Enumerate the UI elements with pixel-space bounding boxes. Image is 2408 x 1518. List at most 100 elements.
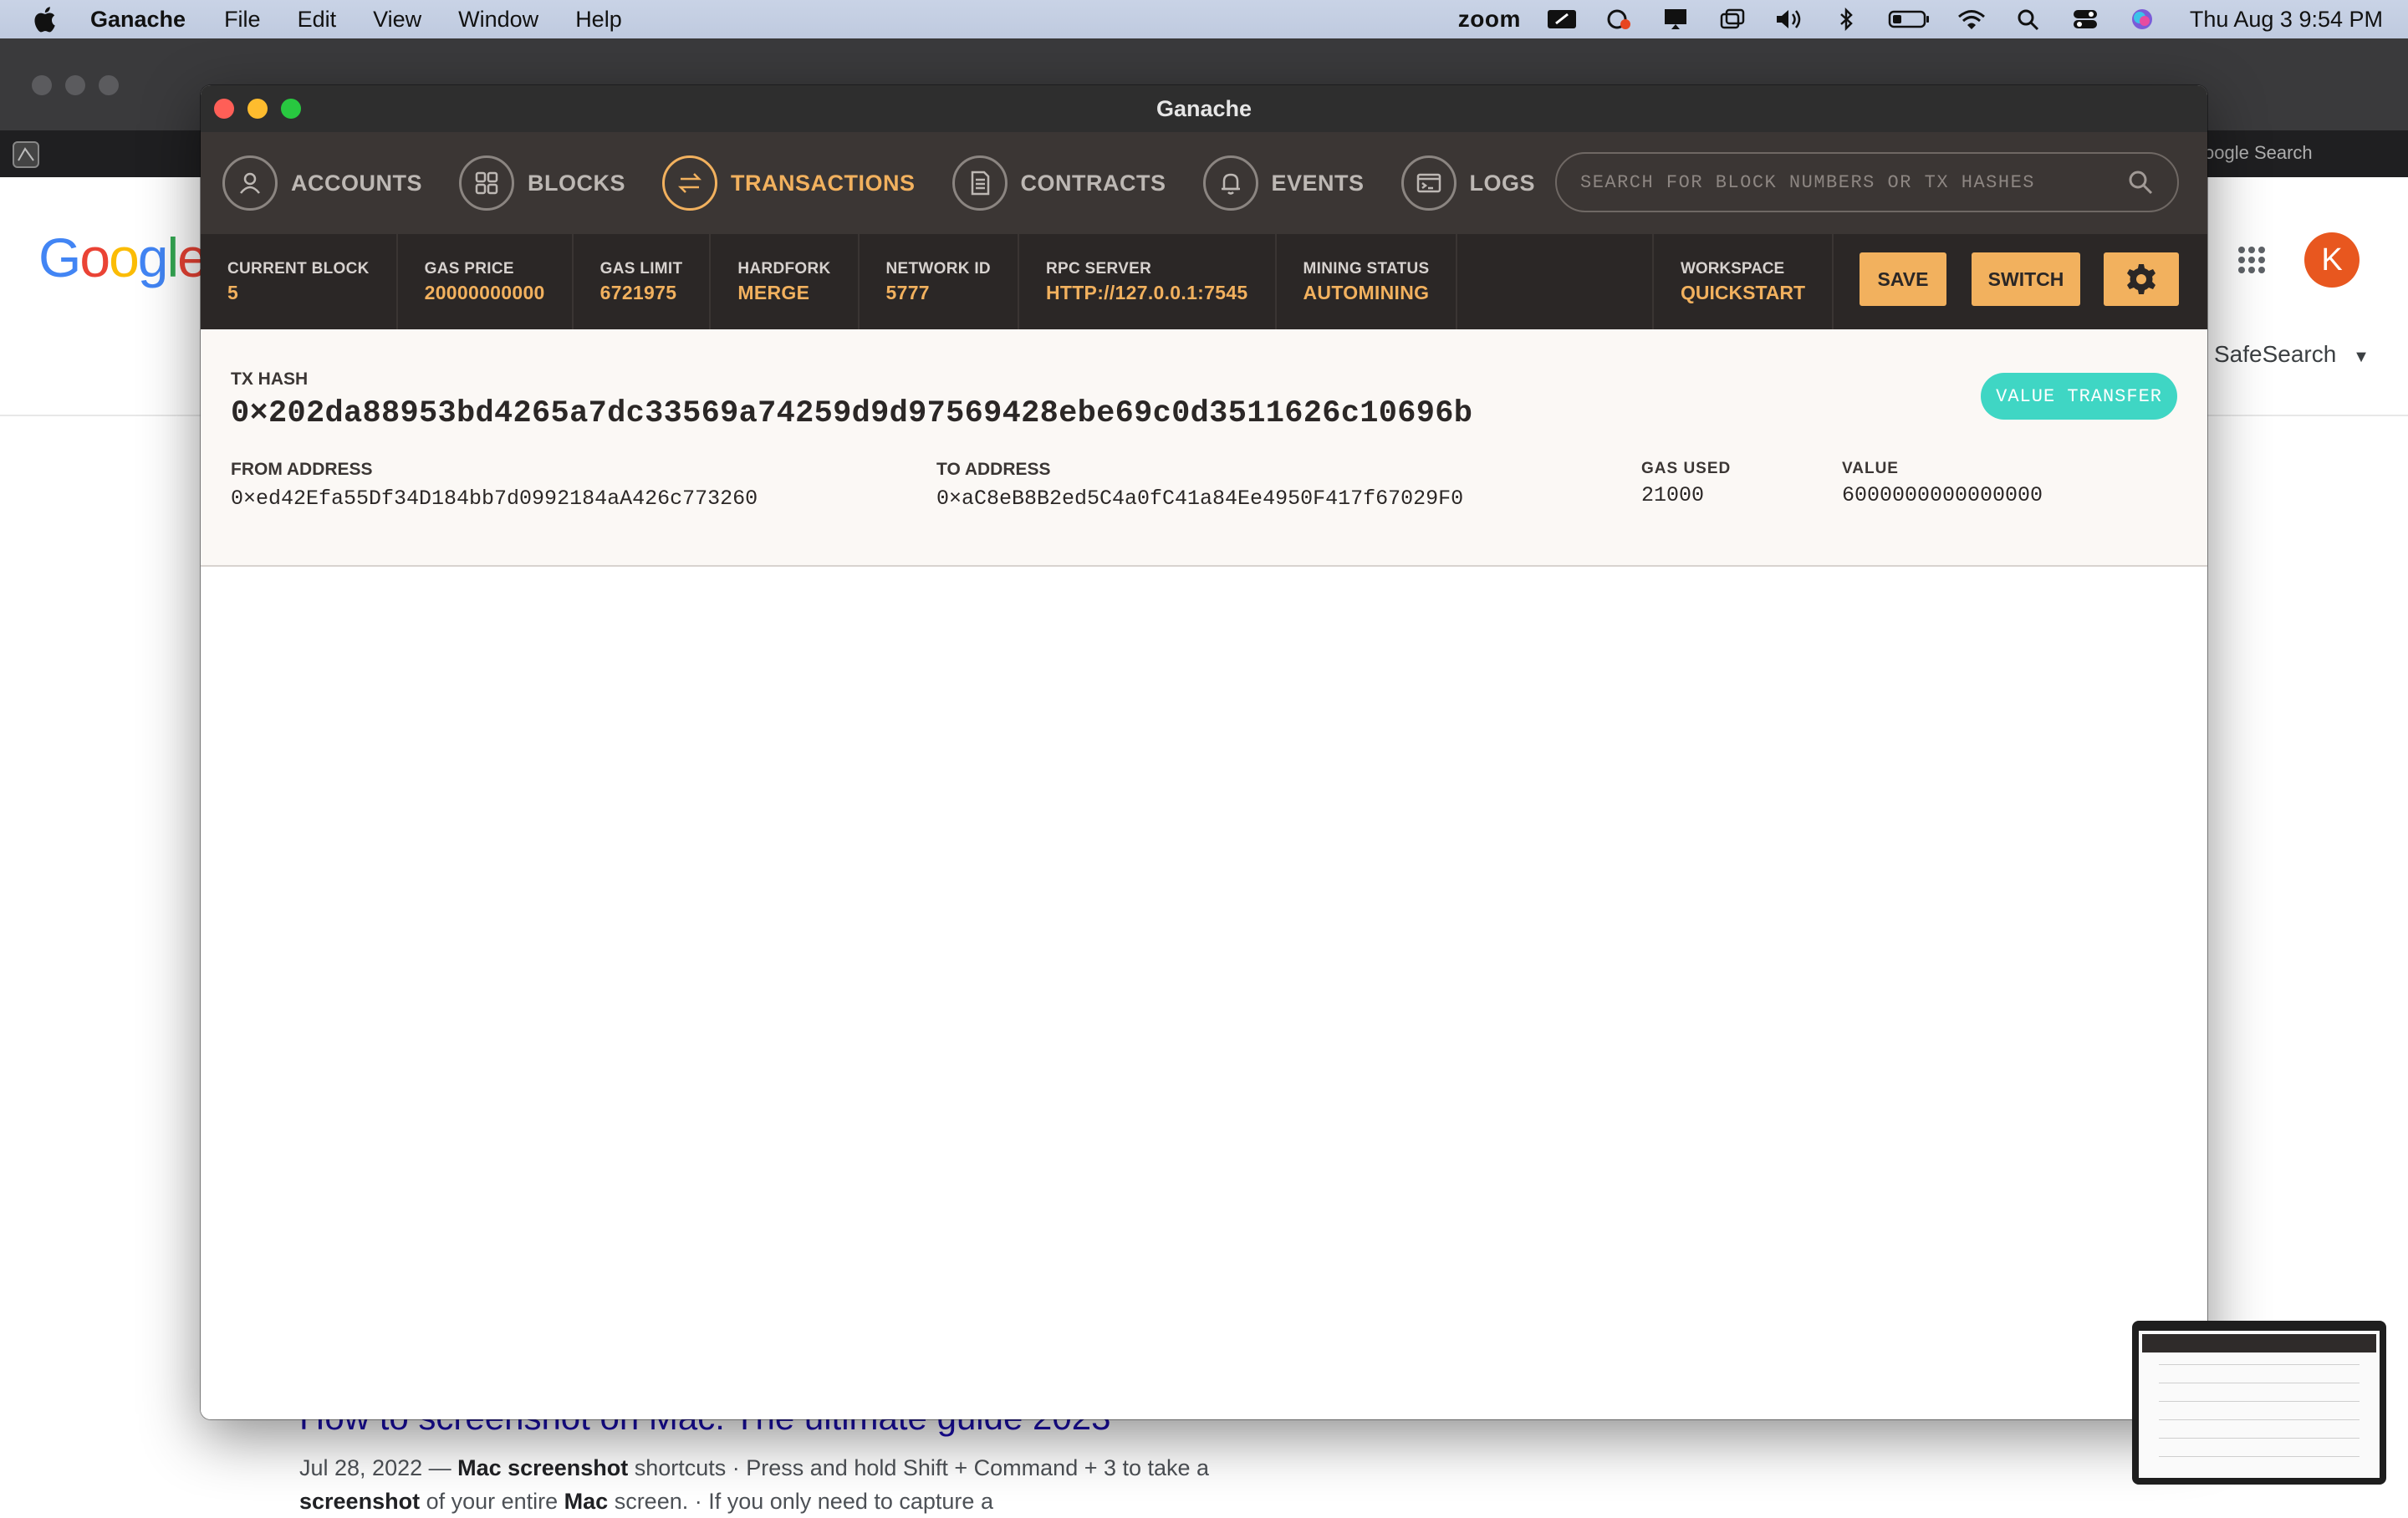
snippet-text-2: of your entire bbox=[420, 1489, 564, 1514]
to-address-value: 0×aC8eB8B2ed5C4a0fC41a84Ee4950F417f67029… bbox=[936, 486, 1464, 511]
value-label: VALUE bbox=[1842, 460, 1899, 477]
gas-used-value: 21000 bbox=[1641, 483, 1705, 507]
nav-events-label: EVENTS bbox=[1271, 170, 1365, 196]
menu-file[interactable]: File bbox=[224, 7, 261, 33]
stat-value: 5 bbox=[227, 281, 239, 303]
menu-app-name[interactable]: Ganache bbox=[90, 7, 186, 33]
screenshot-thumbnail[interactable] bbox=[2132, 1321, 2386, 1485]
avatar[interactable]: K bbox=[2304, 232, 2360, 288]
stat-gas-price: GAS PRICE 20000000000 bbox=[398, 234, 574, 329]
search-result-snippet: Jul 28, 2022 — Mac screenshot shortcuts … bbox=[299, 1451, 1303, 1518]
safesearch-label: SafeSearch bbox=[2214, 341, 2337, 367]
stat-label: GAS PRICE bbox=[424, 259, 514, 278]
nav-contracts[interactable]: CONTRACTS bbox=[951, 132, 1166, 234]
window-minimize-button[interactable] bbox=[247, 99, 268, 119]
search-input[interactable] bbox=[1579, 171, 2125, 194]
thumbnail-row bbox=[2159, 1438, 2360, 1439]
browser-minimize-button[interactable] bbox=[65, 75, 85, 95]
snippet-text-1: shortcuts · Press and hold Shift + Comma… bbox=[628, 1455, 1210, 1480]
browser-close-button[interactable] bbox=[32, 75, 52, 95]
stat-current-block: CURRENT BLOCK 5 bbox=[201, 234, 398, 329]
nav-transactions[interactable]: TRANSACTIONS bbox=[662, 132, 916, 234]
workspace-label: WORKSPACE bbox=[1681, 259, 1785, 278]
window-close-button[interactable] bbox=[214, 99, 234, 119]
window-titlebar[interactable]: Ganache bbox=[201, 85, 2207, 132]
grid-icon bbox=[459, 155, 514, 211]
google-search-tab-hint[interactable]: oogle Search bbox=[2204, 142, 2313, 164]
battery-icon[interactable] bbox=[1887, 8, 1931, 31]
stat-rpc-server: RPC SERVER HTTP://127.0.0.1:7545 bbox=[1019, 234, 1277, 329]
bluetooth-icon[interactable] bbox=[1830, 8, 1862, 31]
nav-blocks[interactable]: BLOCKS bbox=[459, 132, 625, 234]
switch-button[interactable]: SWITCH bbox=[1972, 252, 2080, 306]
zoom-status-item[interactable]: zoom bbox=[1458, 6, 1521, 33]
browser-zoom-button[interactable] bbox=[99, 75, 119, 95]
siri-icon[interactable] bbox=[2126, 8, 2158, 31]
empty-content-area bbox=[201, 567, 2207, 1419]
stat-value: 6721975 bbox=[599, 281, 677, 303]
stat-label: CURRENT BLOCK bbox=[227, 259, 370, 278]
stat-label: GAS LIMIT bbox=[599, 259, 683, 278]
ganache-window: Ganache ACCOUNTS BLOCKS TRANSACTIONS CON… bbox=[201, 85, 2207, 1419]
stat-mining-status: MINING STATUS AUTOMINING bbox=[1277, 234, 1458, 329]
snippet-date: Jul 28, 2022 — bbox=[299, 1455, 458, 1480]
save-button[interactable]: SAVE bbox=[1860, 252, 1946, 306]
creative-cloud-icon[interactable] bbox=[1603, 8, 1635, 31]
workspace-value: QUICKSTART bbox=[1681, 281, 1806, 303]
nav-events[interactable]: EVENTS bbox=[1202, 132, 1365, 234]
snippet-bold-3: Mac bbox=[564, 1489, 609, 1514]
volume-icon[interactable] bbox=[1773, 8, 1805, 31]
menu-edit[interactable]: Edit bbox=[298, 7, 337, 33]
stat-value: MERGE bbox=[737, 281, 810, 303]
chevron-down-icon: ▼ bbox=[2353, 348, 2370, 366]
from-address-value: 0×ed42Efa55Df34D184bb7d0992184aA426c7732… bbox=[231, 486, 758, 511]
main-nav: ACCOUNTS BLOCKS TRANSACTIONS CONTRACTS E… bbox=[201, 132, 2207, 234]
safesearch-dropdown[interactable]: SafeSearch ▼ bbox=[2214, 341, 2370, 368]
terminal-icon bbox=[1400, 155, 1457, 211]
snippet-bold-1: Mac screenshot bbox=[457, 1455, 629, 1480]
thumbnail-content bbox=[2139, 1331, 2380, 1478]
stat-label: MINING STATUS bbox=[1303, 259, 1430, 278]
nav-accounts[interactable]: ACCOUNTS bbox=[222, 132, 422, 234]
google-logo[interactable]: Google bbox=[38, 226, 208, 289]
tx-hash-value: 0×202da88953bd4265a7dc33569a74259d9d9756… bbox=[231, 396, 1473, 431]
clock[interactable]: Thu Aug 3 9:54 PM bbox=[2190, 7, 2383, 33]
window-title: Ganache bbox=[1156, 95, 1252, 121]
nav-accounts-label: ACCOUNTS bbox=[291, 170, 422, 196]
status-bar: CURRENT BLOCK 5 GAS PRICE 20000000000 GA… bbox=[201, 234, 2207, 329]
thumbnail-row bbox=[2159, 1401, 2360, 1402]
stat-value: HTTP://127.0.0.1:7545 bbox=[1045, 281, 1248, 303]
apps-grid-icon[interactable] bbox=[2237, 246, 2266, 274]
nav-contracts-label: CONTRACTS bbox=[1020, 170, 1166, 196]
menu-help[interactable]: Help bbox=[575, 7, 622, 33]
menu-window[interactable]: Window bbox=[458, 7, 538, 33]
stat-network-id: NETWORK ID 5777 bbox=[860, 234, 1019, 329]
menu-view[interactable]: View bbox=[373, 7, 421, 33]
screens-icon[interactable] bbox=[1717, 8, 1748, 31]
spotlight-search-icon[interactable] bbox=[2013, 8, 2044, 31]
stat-label: HARDFORK bbox=[737, 259, 831, 278]
snippet-text-3: screen. · If you only need to capture a bbox=[608, 1489, 993, 1514]
wifi-icon[interactable] bbox=[1956, 8, 1987, 31]
stat-value: 20000000000 bbox=[424, 281, 545, 303]
tab-favicon-icon[interactable] bbox=[12, 140, 40, 169]
pen-tablet-icon[interactable] bbox=[1546, 8, 1578, 31]
nav-logs-label: LOGS bbox=[1469, 170, 1536, 196]
search-icon[interactable] bbox=[2125, 167, 2155, 197]
window-maximize-button[interactable] bbox=[281, 99, 301, 119]
status-badge: VALUE TRANSFER bbox=[1981, 373, 2177, 420]
value-value: 6000000000000000 bbox=[1842, 483, 2043, 507]
settings-button[interactable] bbox=[2104, 252, 2179, 306]
apple-icon[interactable] bbox=[32, 5, 57, 33]
control-center-icon[interactable] bbox=[2069, 8, 2101, 31]
stat-value: AUTOMINING bbox=[1303, 281, 1430, 303]
search-bar bbox=[1555, 152, 2179, 212]
bell-status-icon[interactable] bbox=[1660, 8, 1691, 31]
stat-hardfork: HARDFORK MERGE bbox=[711, 234, 860, 329]
nav-logs[interactable]: LOGS bbox=[1400, 132, 1536, 234]
bell-icon bbox=[1202, 155, 1258, 211]
workspace-info: WORKSPACE QUICKSTART bbox=[1652, 234, 1834, 329]
snippet-bold-2: screenshot bbox=[299, 1489, 421, 1514]
nav-transactions-label: TRANSACTIONS bbox=[731, 170, 916, 196]
person-icon bbox=[222, 155, 278, 211]
